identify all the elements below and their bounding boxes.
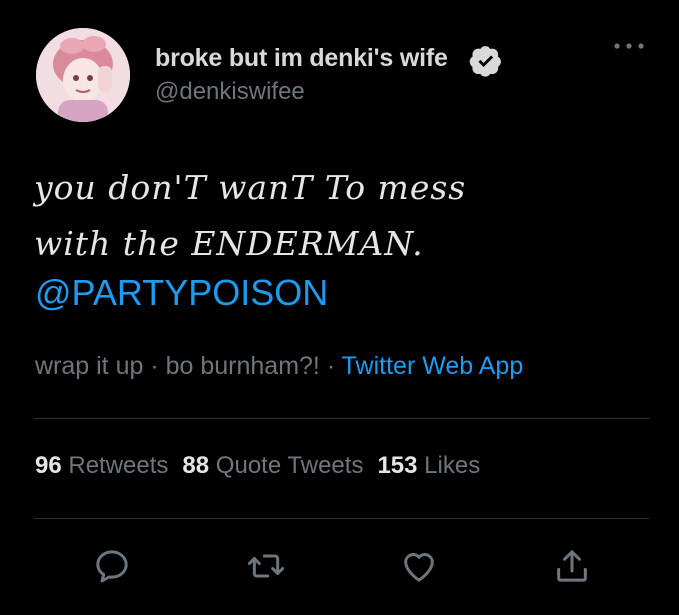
retweets-stat[interactable]: 96 Retweets <box>35 452 168 479</box>
retweets-count: 96 <box>35 452 62 479</box>
likes-count: 153 <box>377 452 418 479</box>
avatar-image <box>36 28 130 122</box>
verified-badge-icon <box>469 46 501 77</box>
quote-tweets-stat[interactable]: 88 Quote Tweets <box>182 452 363 479</box>
engagement-stats: 96 Retweets 88 Quote Tweets 153 Likes <box>35 452 480 480</box>
tweet-text: you don'T wanT To mess with the ENDERMAN… <box>34 160 644 272</box>
tweet-meta: wrap it up · bo burnham?! · Twitter Web … <box>35 352 523 381</box>
tweet-text-line: you don'T wanT To mess <box>34 168 467 207</box>
share-icon[interactable] <box>552 546 592 586</box>
tweet-caption: wrap it up · bo burnham?! <box>35 352 320 380</box>
tweet-detail: broke but im denki's wife @denkiswifee y… <box>0 0 679 615</box>
source-app-link[interactable]: Twitter Web App <box>342 352 524 380</box>
retweet-icon[interactable] <box>246 546 286 586</box>
quote-tweets-count: 88 <box>182 452 210 479</box>
avatar[interactable] <box>36 28 130 122</box>
more-icon[interactable] <box>612 36 646 56</box>
likes-label: Likes <box>424 452 481 479</box>
quote-tweets-label: Quote Tweets <box>215 452 364 479</box>
mention-link[interactable]: @PARTYPOISON <box>35 272 328 314</box>
reply-icon[interactable] <box>92 546 132 586</box>
likes-stat[interactable]: 153 Likes <box>377 452 480 479</box>
like-icon[interactable] <box>399 546 439 586</box>
divider <box>34 418 649 419</box>
user-handle[interactable]: @denkiswifee <box>155 78 305 106</box>
retweets-label: Retweets <box>68 452 169 479</box>
tweet-text-line: with the ENDERMAN. <box>34 224 424 263</box>
meta-separator: · <box>319 352 342 380</box>
divider <box>34 518 649 519</box>
display-name[interactable]: broke but im denki's wife <box>155 44 448 73</box>
